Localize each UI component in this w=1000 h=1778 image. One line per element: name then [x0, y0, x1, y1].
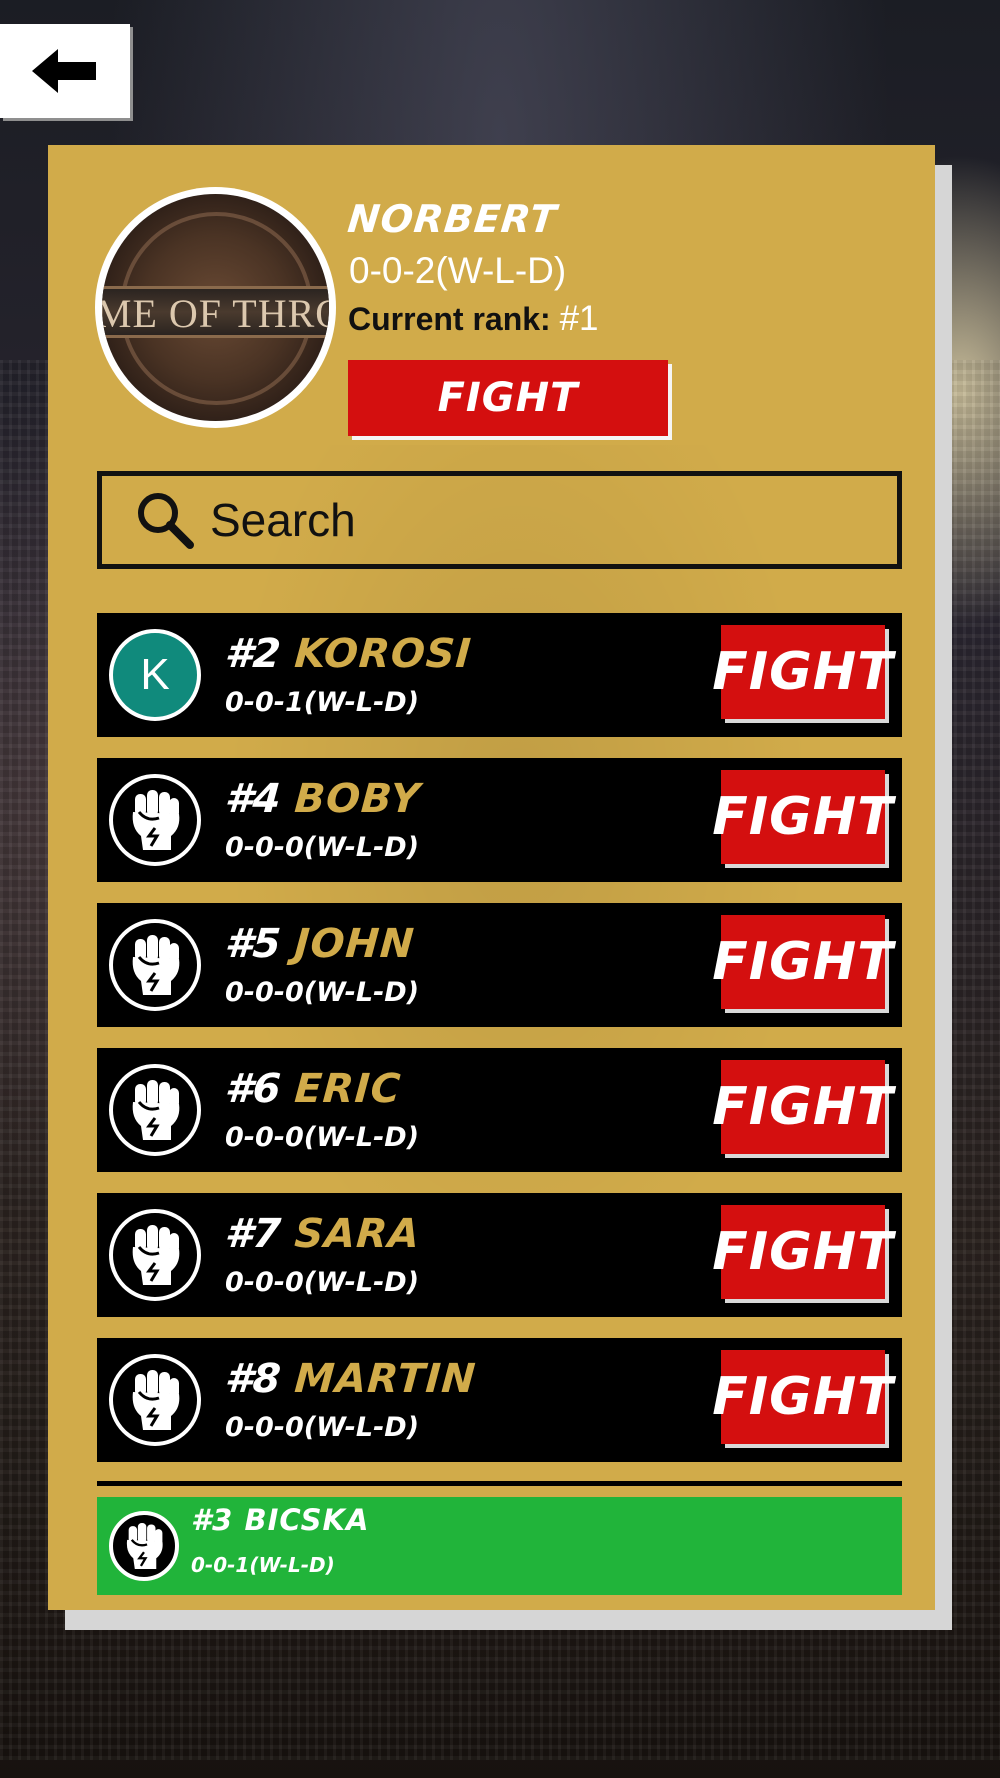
opponent-row-boby[interactable]: #4 BOBY 0-0-0(W-L-D) FIGHT [97, 758, 902, 882]
fist-icon [109, 774, 201, 866]
opponent-record: 0-0-0(W-L-D) [225, 832, 420, 863]
opponent-title: #2 KOROSI [223, 631, 474, 677]
back-button[interactable] [0, 24, 130, 118]
opponent-title: #5 JOHN [223, 921, 417, 967]
opponent-title: #4 BOBY [223, 776, 422, 822]
fist-icon [109, 919, 201, 1011]
opponent-row-martin[interactable]: #8 MARTIN 0-0-0(W-L-D) FIGHT [97, 1338, 902, 1462]
rank-label: Current rank: [348, 301, 551, 337]
fight-button[interactable]: FIGHT [712, 625, 893, 719]
rank-value: #1 [559, 299, 599, 338]
search-icon [138, 493, 194, 549]
own-record: 0-0-1(W-L-D) [191, 1553, 335, 1577]
opponent-row-eric[interactable]: #6 ERIC 0-0-0(W-L-D) FIGHT [97, 1048, 902, 1172]
avatar: K [109, 629, 201, 721]
back-arrow-icon [32, 49, 96, 93]
fist-icon [109, 1354, 201, 1446]
fist-icon [109, 1209, 201, 1301]
fist-icon [109, 1511, 179, 1581]
fist-icon [109, 1064, 201, 1156]
game-of-thrones-emblem: AME OF THRONE [102, 194, 329, 421]
list-divider [97, 1481, 902, 1486]
opponent-record: 0-0-0(W-L-D) [225, 1267, 420, 1298]
search-input[interactable] [208, 492, 812, 548]
own-title: #3 BICSKA [191, 1503, 370, 1537]
opponent-record: 0-0-0(W-L-D) [225, 977, 420, 1008]
fight-button[interactable]: FIGHT [712, 1060, 893, 1154]
fight-button[interactable]: FIGHT [712, 1350, 893, 1444]
player-name: NORBERT [345, 197, 560, 241]
opponent-title: #7 SARA [223, 1211, 422, 1257]
opponent-title: #6 ERIC [223, 1066, 403, 1112]
fight-button[interactable]: FIGHT [348, 360, 668, 436]
player-avatar: AME OF THRONE [95, 187, 336, 428]
fight-button[interactable]: FIGHT [712, 1205, 893, 1299]
opponent-record: 0-0-0(W-L-D) [225, 1122, 420, 1153]
fight-button[interactable]: FIGHT [712, 915, 893, 1009]
player-record: 0-0-2(W-L-D) [349, 250, 567, 291]
opponent-row-john[interactable]: #5 JOHN 0-0-0(W-L-D) FIGHT [97, 903, 902, 1027]
fight-button[interactable]: FIGHT [712, 770, 893, 864]
opponent-record: 0-0-1(W-L-D) [225, 687, 420, 718]
opponent-row-korosi[interactable]: K #2 KOROSI 0-0-1(W-L-D) FIGHT [97, 613, 902, 737]
current-rank: Current rank: #1 [348, 299, 599, 339]
search-field[interactable] [97, 471, 902, 569]
opponent-list: K #2 KOROSI 0-0-1(W-L-D) FIGHT #4 BOBY 0… [97, 613, 902, 1483]
opponent-row-sara[interactable]: #7 SARA 0-0-0(W-L-D) FIGHT [97, 1193, 902, 1317]
own-ranking-row: #3 BICSKA 0-0-1(W-L-D) [97, 1497, 902, 1595]
emblem-lettering: AME OF THRONE [102, 291, 329, 336]
opponent-record: 0-0-0(W-L-D) [225, 1412, 420, 1443]
opponent-title: #8 MARTIN [223, 1356, 478, 1402]
